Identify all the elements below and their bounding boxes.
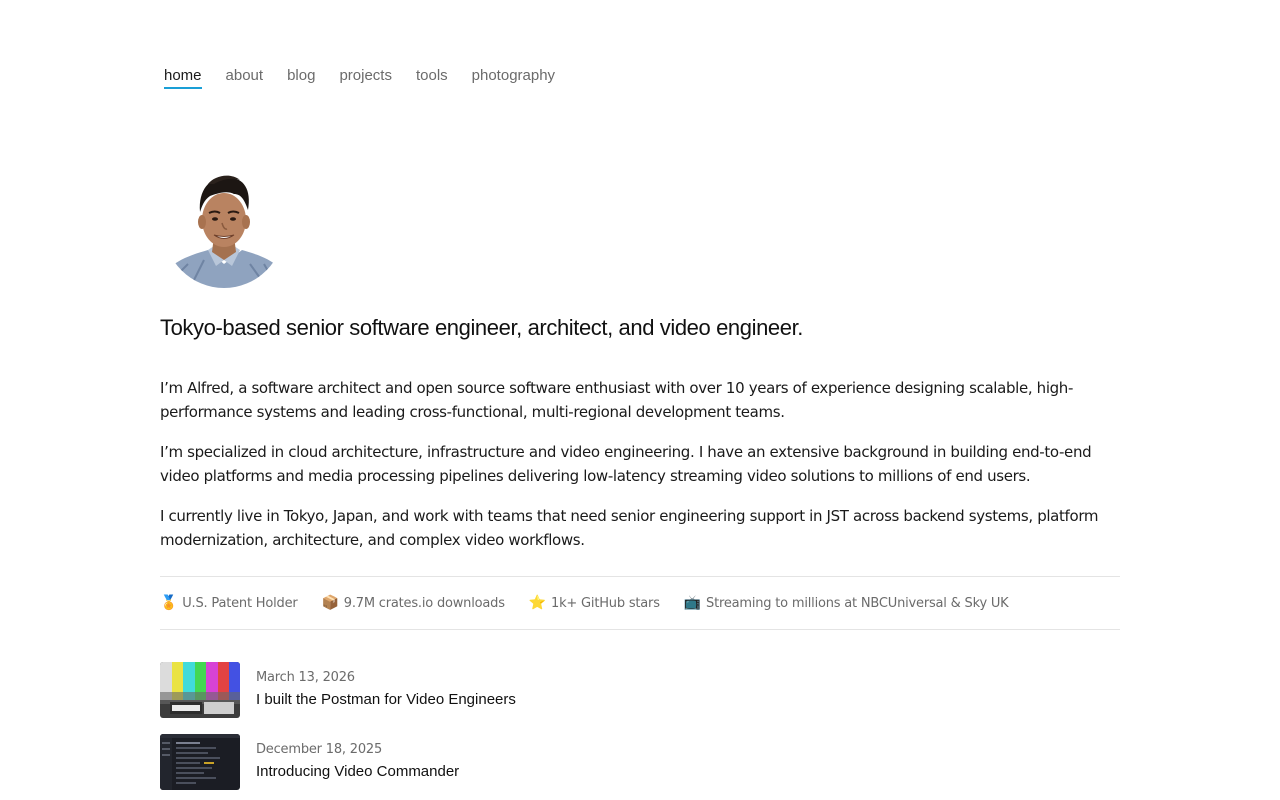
highlight-text: Streaming to millions at NBCUniversal & … [706, 595, 1009, 611]
highlight-streaming: 📺 Streaming to millions at NBCUniversal … [684, 595, 1009, 611]
app-screenshot-thumbnail[interactable] [160, 734, 240, 790]
medal-icon: 🏅 [160, 595, 178, 611]
list-item[interactable]: December 18, 2025 Introducing Video Comm… [160, 734, 1120, 790]
highlight-stars: ⭐ 1k+ GitHub stars [529, 595, 660, 611]
nav-item-home[interactable]: home [164, 66, 202, 89]
nav-item-blog[interactable]: blog [287, 66, 315, 89]
bio-paragraph: I currently live in Tokyo, Japan, and wo… [160, 507, 1099, 549]
post-date: March 13, 2026 [256, 670, 355, 685]
highlight-text: U.S. Patent Holder [182, 595, 298, 611]
page-title: Tokyo-based senior software engineer, ar… [160, 315, 803, 340]
post-meta: March 13, 2026 I built the Postman for V… [256, 669, 516, 711]
nav-item-projects[interactable]: projects [339, 66, 392, 89]
nav-item-tools[interactable]: tools [416, 66, 448, 89]
bio-paragraph: I’m Alfred, a software architect and ope… [160, 379, 1074, 421]
highlight-downloads: 📦 9.7M crates.io downloads [322, 595, 505, 611]
post-title-link[interactable]: I built the Postman for Video Engineers [256, 689, 516, 711]
post-date: December 18, 2025 [256, 742, 383, 757]
nav-item-about[interactable]: about [226, 66, 264, 89]
highlight-text: 9.7M crates.io downloads [343, 595, 505, 611]
nav-item-photography[interactable]: photography [472, 66, 555, 89]
bio-paragraph: I’m specialized in cloud architecture, i… [160, 443, 1092, 485]
highlight-patent: 🏅 U.S. Patent Holder [160, 595, 298, 611]
color-bars-thumbnail[interactable] [160, 662, 240, 718]
post-title-link[interactable]: Introducing Video Commander [256, 761, 459, 783]
highlights-bar: 🏅 U.S. Patent Holder 📦 9.7M crates.io do… [160, 576, 1120, 630]
main-nav: home about blog projects tools photograp… [164, 66, 579, 89]
avatar-portrait [164, 175, 284, 288]
highlight-text: 1k+ GitHub stars [551, 595, 660, 611]
tv-icon: 📺 [683, 595, 702, 611]
list-item[interactable]: March 13, 2026 I built the Postman for V… [160, 662, 1120, 718]
post-list: March 13, 2026 I built the Postman for V… [160, 662, 1120, 800]
avatar [164, 168, 284, 288]
star-icon: ⭐ [528, 595, 547, 611]
package-icon: 📦 [321, 595, 339, 611]
bio-section: I’m Alfred, a software architect and ope… [160, 376, 1120, 568]
post-meta: December 18, 2025 Introducing Video Comm… [256, 741, 459, 783]
